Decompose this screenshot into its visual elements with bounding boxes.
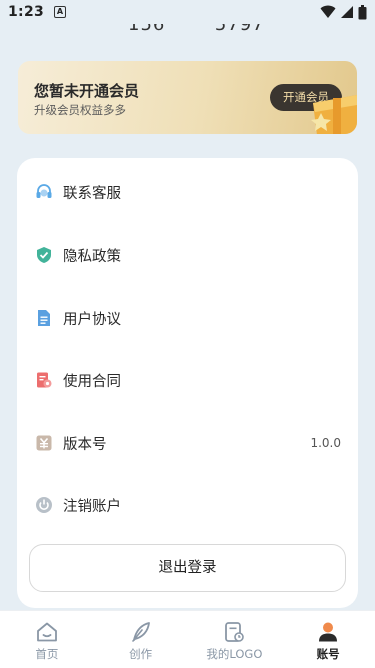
- gift-box-icon: [311, 95, 357, 134]
- menu-item-version[interactable]: 版本号 1.0.0: [17, 418, 358, 468]
- menu-item-label: 联系客服: [63, 185, 121, 202]
- signal-icon: [341, 6, 353, 18]
- vip-banner[interactable]: 您暂未开通会员 升级会员权益多多 开通会员: [18, 61, 357, 134]
- tab-label: 创作: [129, 647, 153, 661]
- menu-item-delete-account[interactable]: 注销账户: [17, 480, 358, 530]
- menu-card: 联系客服 隐私政策 用户协议 使用合同 版本号 1.0.0 注销账户 退出登录: [17, 158, 358, 608]
- menu-item-contact-service[interactable]: 联系客服: [17, 167, 358, 217]
- shield-check-icon: [37, 247, 51, 263]
- logo-file-icon: [225, 622, 245, 642]
- tab-label: 首页: [35, 647, 59, 661]
- vip-title: 您暂未开通会员: [34, 82, 140, 100]
- menu-item-label: 注销账户: [63, 498, 121, 515]
- tab-create[interactable]: 创作: [94, 611, 188, 668]
- tab-my-logo[interactable]: 我的LOGO: [188, 611, 282, 668]
- menu-item-label: 版本号: [63, 436, 107, 453]
- status-right: [320, 4, 367, 20]
- tab-label-active: 账号: [316, 647, 340, 661]
- version-icon: [36, 435, 52, 451]
- version-value: 1.0.0: [310, 436, 341, 450]
- tab-label: 我的LOGO: [206, 647, 263, 661]
- headset-icon: [36, 184, 52, 198]
- menu-item-label: 隐私政策: [63, 248, 121, 265]
- status-bar: 1:23 A: [0, 0, 375, 24]
- power-icon: [36, 497, 52, 513]
- menu-item-label: 用户协议: [63, 311, 121, 328]
- menu-item-usage-contract[interactable]: 使用合同: [17, 355, 358, 405]
- document-icon: [38, 310, 50, 326]
- home-icon: [36, 622, 57, 642]
- contract-icon: [37, 372, 52, 388]
- bottom-tab-bar: 首页 创作 我的LOGO 账号: [0, 610, 375, 668]
- menu-item-user-agreement[interactable]: 用户协议: [17, 293, 358, 343]
- vip-subtitle: 升级会员权益多多: [34, 103, 126, 117]
- tab-account[interactable]: 账号: [281, 611, 375, 668]
- menu-item-label: 使用合同: [63, 373, 121, 390]
- feather-icon: [131, 622, 150, 642]
- status-time: 1:23: [8, 4, 45, 20]
- notification-icon: A: [54, 6, 67, 18]
- battery-icon: [358, 4, 367, 19]
- menu-item-privacy-policy[interactable]: 隐私政策: [17, 230, 358, 280]
- user-icon: [319, 622, 338, 642]
- logout-button[interactable]: 退出登录: [29, 544, 346, 592]
- wifi-icon: [320, 5, 336, 18]
- tab-home[interactable]: 首页: [0, 611, 94, 668]
